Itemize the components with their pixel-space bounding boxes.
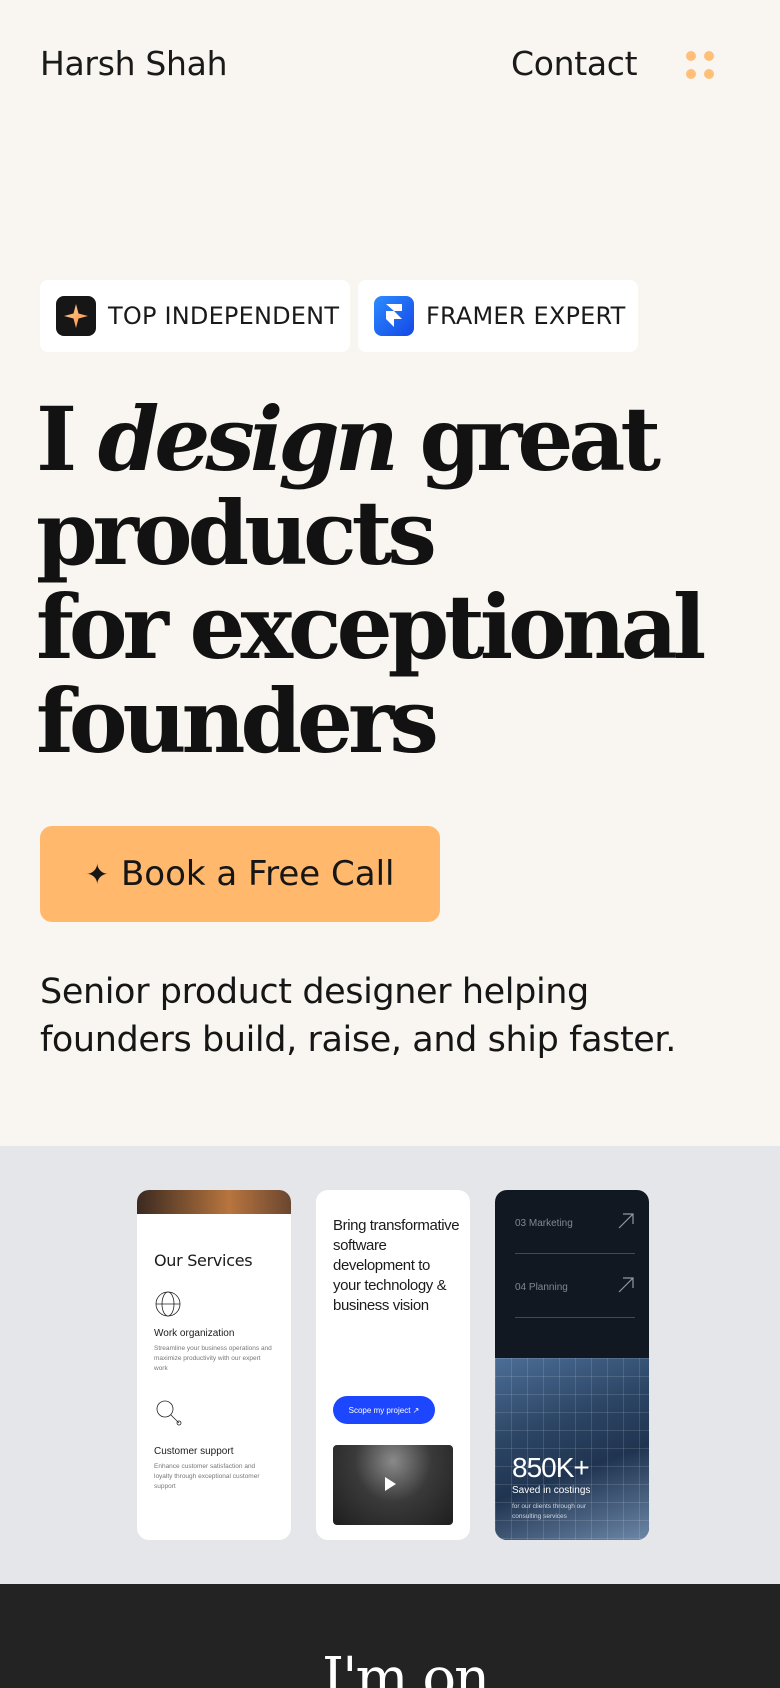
service-name: Customer support (154, 1446, 234, 1457)
section-heading: I'm on (322, 1646, 490, 1688)
magnifier-icon (156, 1400, 182, 1426)
mockup-heading: Bring transformative software developmen… (333, 1217, 460, 1314)
book-call-label: Book a Free Call (120, 854, 395, 894)
play-icon[interactable] (385, 1477, 396, 1491)
headline-line-3: for exceptional (36, 575, 706, 679)
headline-line-2: products (36, 481, 437, 585)
list-item[interactable]: 04 Planning (515, 1254, 635, 1318)
framer-expert-badge: FRAMER EXPERT (358, 280, 638, 352)
contact-link[interactable]: Contact (511, 44, 638, 83)
portfolio-showcase: Our Services Work organization Streamlin… (0, 1146, 780, 1584)
menu-dot (686, 51, 696, 61)
mockup-header-image (137, 1190, 291, 1214)
service-description: Enhance customer satisfaction and loyalt… (154, 1463, 260, 1490)
menu-dot (704, 51, 714, 61)
hero-headline: I design great products for exceptional … (36, 392, 756, 768)
brand-name[interactable]: Harsh Shah (40, 44, 228, 83)
headline-text: great (393, 387, 661, 491)
consulting-mockup-card[interactable]: 03 Marketing 04 Planning 850K+ Saved in … (495, 1190, 649, 1540)
service-description: Streamline your business operations and … (154, 1345, 272, 1372)
sparkle-star-icon (56, 296, 96, 336)
badge-label: TOP INDEPENDENT (108, 302, 340, 330)
top-independent-badge: TOP INDEPENDENT (40, 280, 350, 352)
scope-project-button[interactable]: Scope my project ↗ (333, 1396, 435, 1424)
globe-icon (155, 1291, 181, 1317)
badge-label: FRAMER EXPERT (426, 302, 626, 330)
list-item-label: 04 Planning (515, 1282, 568, 1293)
next-section: I'm on (0, 1584, 780, 1688)
headline-line-1: I design great (36, 392, 756, 486)
hero-subtitle: Senior product designer helping founders… (40, 968, 740, 1064)
software-mockup-card[interactable]: Bring transformative software developmen… (316, 1190, 470, 1540)
headline-text: I (36, 387, 98, 491)
stat-label: Saved in costings (512, 1485, 591, 1496)
framer-logo-icon (374, 296, 414, 336)
subtitle-line-1: Senior product designer helping (40, 972, 589, 1012)
arrow-up-right-icon (618, 1213, 634, 1229)
list-item-label: 03 Marketing (515, 1218, 573, 1229)
services-mockup-card[interactable]: Our Services Work organization Streamlin… (137, 1190, 291, 1540)
stat-note: for our clients through our consulting s… (512, 1503, 587, 1520)
site-header: Harsh Shah Contact (0, 0, 780, 130)
book-call-button[interactable]: ✦ Book a Free Call (40, 826, 440, 922)
subtitle-line-2: founders build, raise, and ship faster. (40, 1020, 676, 1060)
grid-dots-icon[interactable] (683, 48, 717, 82)
sparkle-icon: ✦ (85, 857, 109, 891)
service-name: Work organization (154, 1328, 235, 1339)
headline-line-4: founders (36, 669, 439, 773)
video-thumbnail[interactable] (333, 1445, 453, 1525)
headline-emphasis: design (97, 387, 399, 491)
stat-value: 850K+ (512, 1452, 590, 1483)
services-title: Our Services (154, 1251, 253, 1270)
list-item[interactable]: 03 Marketing (515, 1190, 635, 1254)
menu-dot (704, 69, 714, 79)
arrow-up-right-icon (618, 1277, 634, 1293)
menu-dot (686, 69, 696, 79)
